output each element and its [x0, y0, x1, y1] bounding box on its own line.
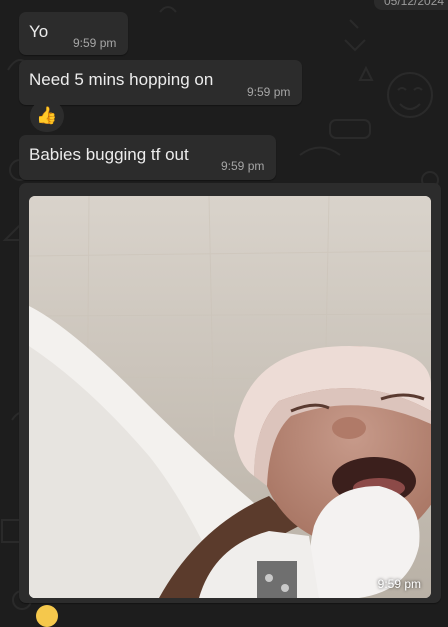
reaction-badge[interactable]: 👍: [30, 100, 64, 132]
message-bubble[interactable]: Babies bugging tf out 9:59 pm: [19, 135, 276, 180]
photo-message-bubble[interactable]: 9:59 pm: [19, 183, 441, 603]
baby-photo-illustration: [29, 196, 431, 598]
reaction-emoji-icon[interactable]: [36, 605, 58, 627]
photo-timestamp: 9:59 pm: [377, 577, 421, 591]
message-text: Need 5 mins hopping on: [29, 70, 214, 89]
message-text: Babies bugging tf out: [29, 145, 189, 164]
thumbs-up-icon: 👍: [36, 106, 58, 125]
message-timestamp: 9:59 pm: [221, 159, 265, 173]
date-chip: 05/12/2024: [374, 0, 448, 10]
message-text: Yo: [29, 22, 49, 41]
date-label: 05/12/2024: [384, 0, 445, 8]
message-bubble[interactable]: Need 5 mins hopping on 9:59 pm: [19, 60, 302, 105]
message-bubble[interactable]: Yo 9:59 pm: [19, 12, 128, 55]
message-timestamp: 9:59 pm: [247, 85, 291, 99]
message-timestamp: 9:59 pm: [73, 36, 117, 50]
message-photo[interactable]: 9:59 pm: [29, 196, 431, 598]
